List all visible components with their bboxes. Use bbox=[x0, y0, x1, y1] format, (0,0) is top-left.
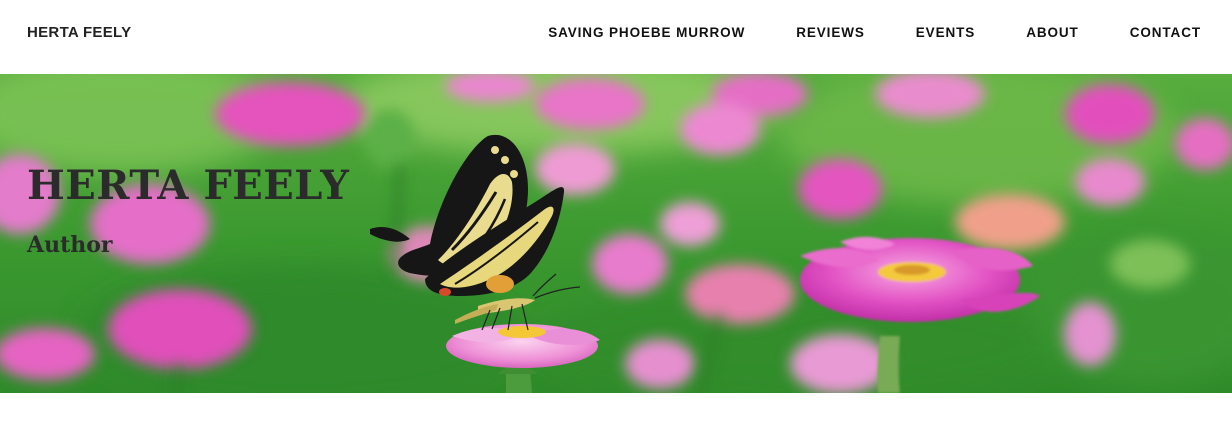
hero-image bbox=[0, 74, 1232, 393]
hero-title: HERTA FEELY bbox=[27, 162, 350, 209]
hero-subtitle: Author bbox=[27, 232, 113, 258]
nav-item-reviews[interactable]: REVIEWS bbox=[796, 25, 865, 40]
hero-banner: HERTA FEELY Author bbox=[0, 74, 1232, 393]
nav-item-contact[interactable]: CONTACT bbox=[1130, 25, 1201, 40]
nav-item-saving-phoebe-murrow[interactable]: SAVING PHOEBE MURROW bbox=[548, 25, 745, 40]
main-nav: SAVING PHOEBE MURROW REVIEWS EVENTS ABOU… bbox=[497, 25, 1201, 40]
nav-item-events[interactable]: EVENTS bbox=[916, 25, 975, 40]
site-title-link[interactable]: HERTA FEELY bbox=[27, 24, 131, 41]
site-header: HERTA FEELY SAVING PHOEBE MURROW REVIEWS… bbox=[0, 0, 1232, 74]
nav-item-about[interactable]: ABOUT bbox=[1026, 25, 1079, 40]
